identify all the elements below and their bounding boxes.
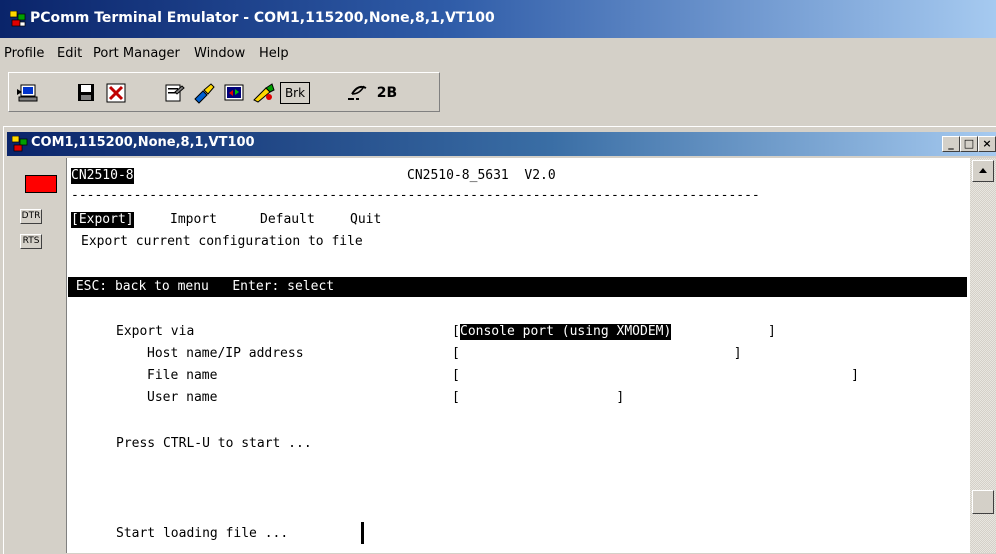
properties-icon <box>165 84 185 102</box>
properties-button[interactable] <box>160 82 188 104</box>
menu-quit-option[interactable]: Quit <box>350 212 381 228</box>
menu-window[interactable]: Window <box>194 46 245 61</box>
host-label: Host name/IP address <box>147 346 304 361</box>
modem-icon <box>348 85 367 100</box>
transfer-button[interactable] <box>220 82 248 104</box>
menu-profile[interactable]: Profile <box>4 46 44 61</box>
file-name-field[interactable]: [ ] <box>452 368 859 384</box>
session-icon <box>11 135 28 152</box>
disconnect-icon <box>106 83 126 103</box>
save-button[interactable] <box>72 82 100 104</box>
disconnect-button[interactable] <box>102 82 130 104</box>
open-session-button[interactable] <box>14 82 42 104</box>
connect-button[interactable] <box>190 82 218 104</box>
open-session-icon <box>17 84 38 102</box>
capture-button[interactable] <box>250 82 278 104</box>
scroll-up-button[interactable] <box>972 160 994 182</box>
export-via-label: Export via <box>116 324 195 339</box>
separator-line: ----------------------------------------… <box>71 188 760 203</box>
menu-export-option[interactable]: [Export] <box>71 212 134 228</box>
app-title: PComm Terminal Emulator - COM1,115200,No… <box>30 10 495 26</box>
app-titlebar[interactable]: PComm Terminal Emulator - COM1,115200,No… <box>0 0 996 38</box>
menu-help[interactable]: Help <box>259 46 289 61</box>
session-restore-button[interactable]: □ <box>960 136 978 152</box>
status-line: Start loading file ... <box>116 526 289 541</box>
break-button-label: Brk <box>284 86 306 100</box>
rts-button[interactable]: RTS <box>20 234 42 249</box>
session-minimize-button[interactable]: _ <box>942 136 960 152</box>
device-name: CN2510-8 <box>71 168 134 184</box>
connection-led <box>25 175 57 193</box>
2b-button-label: 2B <box>376 85 398 101</box>
2b-button[interactable]: 2B <box>372 82 402 104</box>
user-name-label: User name <box>147 390 218 405</box>
firmware-version: CN2510-8_5631 V2.0 <box>407 168 556 183</box>
text-cursor <box>361 522 364 544</box>
floppy-disk-icon <box>78 84 94 101</box>
terminal-screen[interactable]: CN2510-8 CN2510-8_5631 V2.0 ------------… <box>66 158 971 553</box>
dtr-button[interactable]: DTR <box>20 209 42 224</box>
pcomm-app-icon <box>9 10 26 27</box>
export-via-close-bracket: ] <box>768 324 776 339</box>
transfer-icon <box>224 84 244 101</box>
export-via-open-bracket: [ <box>452 324 460 339</box>
session-title: COM1,115200,None,8,1,VT100 <box>31 135 255 150</box>
user-name-field[interactable]: [ ] <box>452 390 624 406</box>
menu-port-manager[interactable]: Port Manager <box>93 46 180 61</box>
help-bar: ESC: back to menu Enter: select <box>68 277 967 297</box>
scroll-thumb[interactable] <box>972 490 994 514</box>
export-via-value[interactable]: Console port (using XMODEM) <box>460 324 672 340</box>
menu-edit[interactable]: Edit <box>57 46 82 61</box>
file-name-label: File name <box>147 368 218 383</box>
connect-icon <box>194 83 215 104</box>
host-field[interactable]: [ ] <box>452 346 742 362</box>
modem-button[interactable] <box>344 82 372 104</box>
arrow-up-icon <box>979 168 987 173</box>
menu-import-option[interactable]: Import <box>170 212 217 228</box>
session-close-button[interactable]: × <box>978 136 996 152</box>
capture-icon <box>253 83 275 103</box>
break-button[interactable]: Brk <box>280 82 310 104</box>
session-titlebar[interactable]: COM1,115200,None,8,1,VT100 <box>7 132 996 156</box>
option-description: Export current configuration to file <box>81 234 363 249</box>
start-hint: Press CTRL-U to start ... <box>116 436 312 451</box>
menu-default-option[interactable]: Default <box>260 212 315 228</box>
